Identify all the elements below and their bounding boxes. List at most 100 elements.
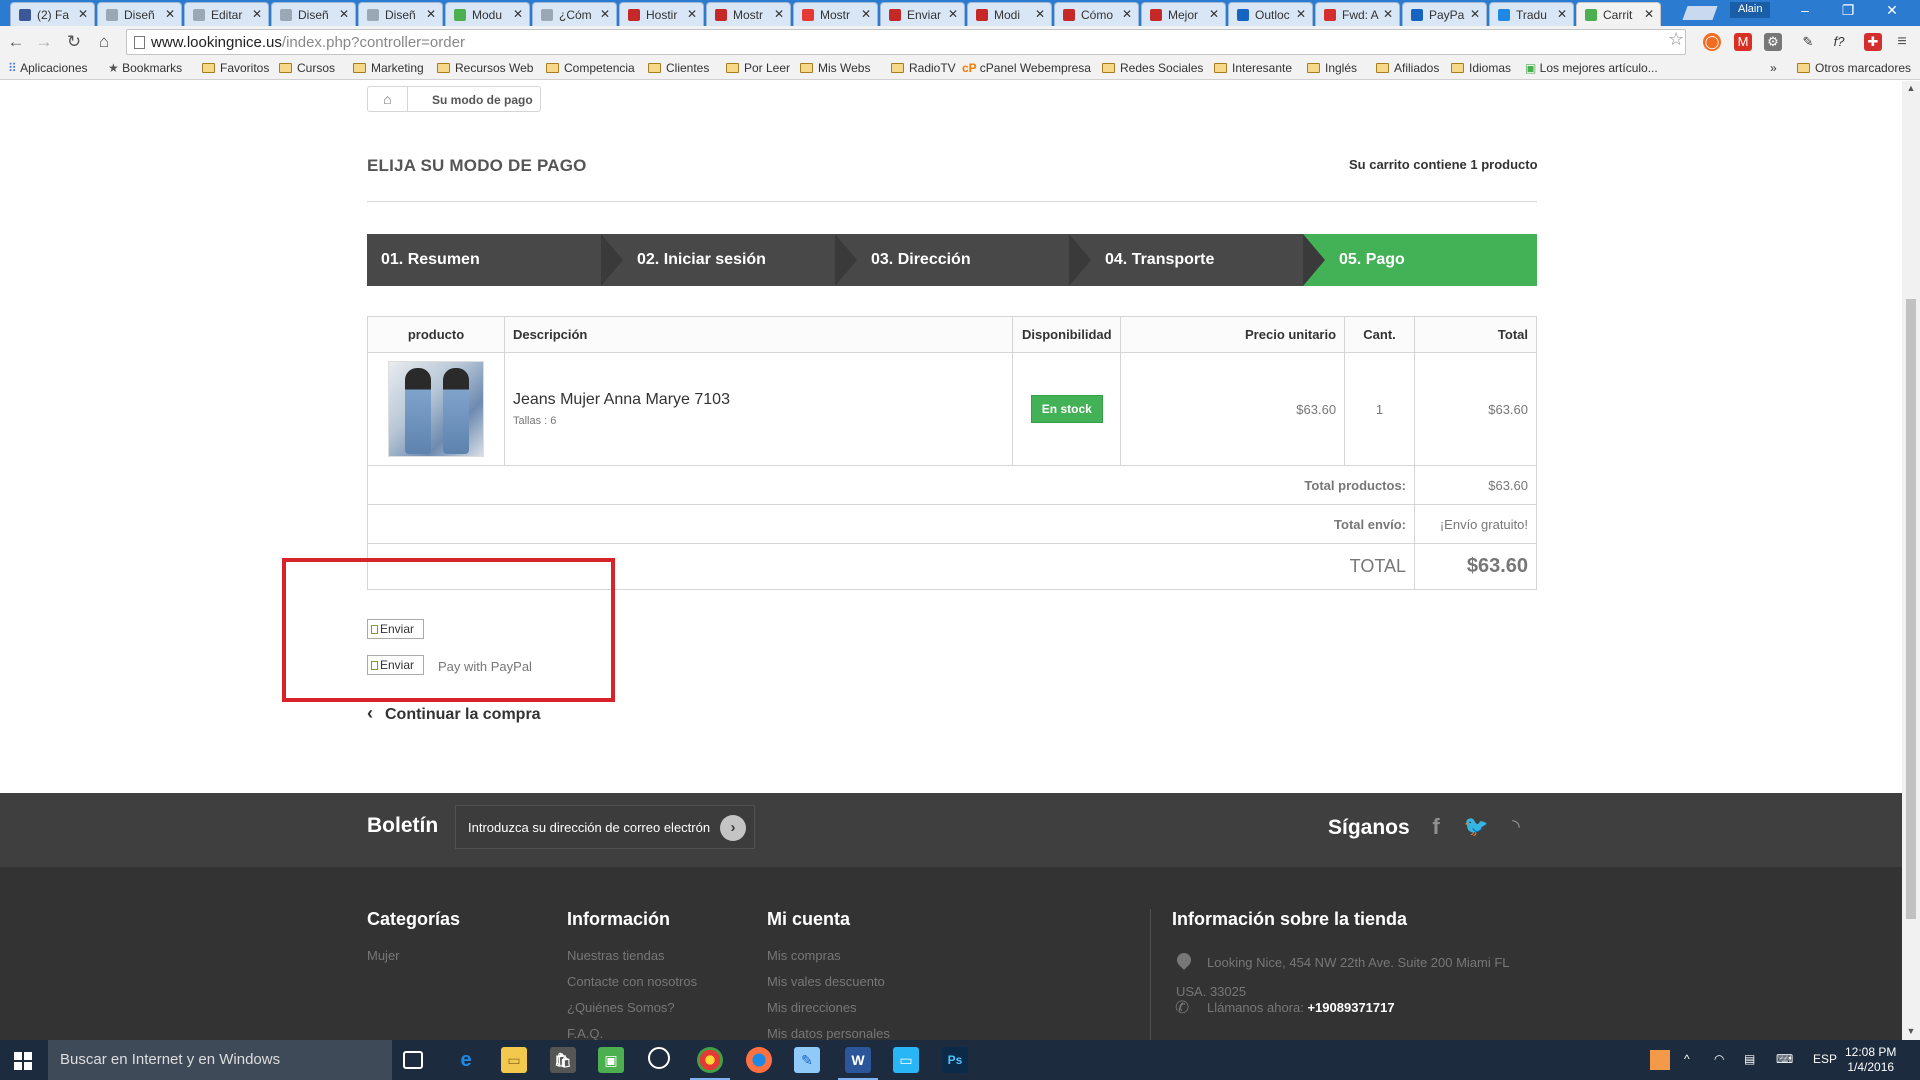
taskbar-search-input[interactable]: Buscar en Internet y en Windows xyxy=(48,1040,392,1080)
language-indicator[interactable]: ESP xyxy=(1813,1052,1837,1066)
chrome-taskbar-icon[interactable] xyxy=(690,1047,730,1080)
edge-icon[interactable]: e xyxy=(453,1047,479,1073)
browser-tab[interactable]: Editar ✕ xyxy=(184,2,269,26)
wifi-icon[interactable]: ◠ xyxy=(1714,1052,1724,1066)
keyboard-icon[interactable]: ⌨ xyxy=(1776,1052,1793,1066)
browser-tab[interactable]: Diseñ ✕ xyxy=(271,2,356,26)
tab-close-icon[interactable]: ✕ xyxy=(1122,7,1132,21)
browser-tab[interactable]: (2) Fa ✕ xyxy=(10,2,95,26)
browser-tab[interactable]: PayPa ✕ xyxy=(1402,2,1487,26)
scrollbar-thumb[interactable] xyxy=(1906,299,1916,919)
app-feather-icon[interactable]: ✎ xyxy=(794,1047,820,1073)
task-view-icon[interactable] xyxy=(403,1051,423,1069)
newsletter-submit-icon[interactable]: › xyxy=(720,815,746,841)
browser-tab[interactable]: ¿Cóm ✕ xyxy=(532,2,617,26)
bookmark-item[interactable]: Redes Sociales xyxy=(1102,61,1203,75)
close-window-icon[interactable]: ✕ xyxy=(1872,2,1912,19)
bookmark-item[interactable]: RadioTV xyxy=(891,61,956,75)
bookmark-item[interactable]: cP cPanel Webempresa xyxy=(962,61,1091,75)
footer-link[interactable]: Contacte con nosotros xyxy=(567,974,697,989)
bookmark-item[interactable]: Afiliados xyxy=(1376,61,1439,75)
tab-close-icon[interactable]: ✕ xyxy=(1557,7,1567,21)
tab-close-icon[interactable]: ✕ xyxy=(1470,7,1480,21)
profile-button[interactable]: Alain xyxy=(1730,2,1771,18)
browser-tab[interactable]: Mostr ✕ xyxy=(793,2,878,26)
continue-shopping-link[interactable]: ‹ Continuar la compra xyxy=(367,703,541,724)
extension-font-icon[interactable]: f? xyxy=(1830,33,1848,51)
back-icon[interactable]: ← xyxy=(4,32,28,52)
bookmark-item[interactable]: Cursos xyxy=(279,61,335,75)
browser-tab[interactable]: Modi ✕ xyxy=(967,2,1052,26)
tab-close-icon[interactable]: ✕ xyxy=(1296,7,1306,21)
browser-tab[interactable]: Hostir ✕ xyxy=(619,2,704,26)
facebook-icon[interactable]: f xyxy=(1423,814,1449,840)
tab-close-icon[interactable]: ✕ xyxy=(1035,7,1045,21)
browser-tab[interactable]: Mostr ✕ xyxy=(706,2,791,26)
bookmark-item[interactable]: Idiomas xyxy=(1451,61,1511,75)
footer-link[interactable]: Nuestras tiendas xyxy=(567,948,665,963)
bookmarks-overflow[interactable]: » xyxy=(1770,61,1777,75)
extension-red-icon[interactable]: ✚ xyxy=(1864,33,1882,51)
tab-close-icon[interactable]: ✕ xyxy=(513,7,523,21)
step-login[interactable]: 02. Iniciar sesión xyxy=(601,234,835,286)
bookmark-item[interactable]: Clientes xyxy=(648,61,709,75)
minimize-icon[interactable]: – xyxy=(1785,2,1825,18)
new-tab-button[interactable] xyxy=(1682,6,1718,20)
step-summary[interactable]: 01. Resumen xyxy=(367,234,601,286)
bookmark-item[interactable]: Por Leer xyxy=(726,61,790,75)
tab-close-icon[interactable]: ✕ xyxy=(1644,7,1654,21)
browser-tab[interactable]: Carrit ✕ xyxy=(1576,2,1661,26)
footer-link[interactable]: Mis compras xyxy=(767,948,841,963)
browser-tab[interactable]: Enviar ✕ xyxy=(880,2,965,26)
store-icon[interactable]: 🛍 xyxy=(550,1047,576,1073)
bookmark-item[interactable]: Marketing xyxy=(353,61,424,75)
tab-close-icon[interactable]: ✕ xyxy=(774,7,784,21)
extension-gmail-icon[interactable]: M xyxy=(1734,33,1752,51)
footer-link[interactable]: Mis datos personales xyxy=(767,1026,890,1040)
page-scrollbar[interactable]: ▲ ▼ xyxy=(1902,81,1920,1040)
bookmark-star-icon[interactable]: ☆ xyxy=(1668,29,1684,50)
tab-close-icon[interactable]: ✕ xyxy=(252,7,262,21)
newsletter-email-input[interactable]: Introduzca su dirección de correo electr… xyxy=(455,805,755,849)
footer-link[interactable]: Mis direcciones xyxy=(767,1000,857,1015)
step-address[interactable]: 03. Dirección xyxy=(835,234,1069,286)
browser-tab[interactable]: Fwd: A ✕ xyxy=(1315,2,1400,26)
bookmark-item[interactable]: Recursos Web xyxy=(437,61,533,75)
footer-link[interactable]: Mujer xyxy=(367,948,400,963)
restore-icon[interactable]: ❐ xyxy=(1828,2,1868,19)
breadcrumb-home-icon[interactable]: ⌂ xyxy=(368,87,408,111)
address-bar[interactable]: www.lookingnice.us/index.php?controller=… xyxy=(126,29,1686,55)
bookmark-item[interactable]: Inglés xyxy=(1307,61,1357,75)
bookmark-item[interactable]: ▣ Los mejores artículo... xyxy=(1525,61,1658,75)
bookmark-item[interactable]: Mis Webs xyxy=(800,61,870,75)
browser-tab[interactable]: Mejor ✕ xyxy=(1141,2,1226,26)
product-image[interactable] xyxy=(387,361,484,457)
bookmark-item[interactable]: Competencia xyxy=(546,61,635,75)
browser-tab[interactable]: Diseñ ✕ xyxy=(97,2,182,26)
tab-close-icon[interactable]: ✕ xyxy=(600,7,610,21)
browser-tab[interactable]: Cómo ✕ xyxy=(1054,2,1139,26)
bookmark-item[interactable]: Favoritos xyxy=(202,61,269,75)
scroll-up-icon[interactable]: ▲ xyxy=(1902,83,1920,93)
file-explorer-icon[interactable]: ▭ xyxy=(501,1047,527,1073)
extension-pen-icon[interactable]: ✎ xyxy=(1799,33,1817,51)
other-bookmarks[interactable]: Otros marcadores xyxy=(1797,61,1911,75)
product-name-link[interactable]: Jeans Mujer Anna Marye 7103 xyxy=(513,391,1004,409)
tab-close-icon[interactable]: ✕ xyxy=(687,7,697,21)
scroll-down-icon[interactable]: ▼ xyxy=(1902,1026,1920,1036)
tab-close-icon[interactable]: ✕ xyxy=(1383,7,1393,21)
app-circle-icon[interactable] xyxy=(648,1047,670,1069)
browser-tab[interactable]: Tradu ✕ xyxy=(1489,2,1574,26)
tab-close-icon[interactable]: ✕ xyxy=(1209,7,1219,21)
word-icon[interactable]: W xyxy=(838,1047,878,1080)
chrome-menu-icon[interactable]: ≡ xyxy=(1893,33,1911,51)
windows-start-icon[interactable] xyxy=(14,1052,32,1070)
footer-link[interactable]: ¿Quiénes Somos? xyxy=(567,1000,675,1015)
tab-close-icon[interactable]: ✕ xyxy=(948,7,958,21)
app-green-icon[interactable]: ▣ xyxy=(598,1047,624,1073)
extension-puzzle-icon[interactable]: ⚙ xyxy=(1764,33,1782,51)
tab-close-icon[interactable]: ✕ xyxy=(426,7,436,21)
tab-close-icon[interactable]: ✕ xyxy=(861,7,871,21)
forward-icon[interactable]: → xyxy=(32,32,56,52)
bookmark-item[interactable]: ⠿ Aplicaciones xyxy=(8,61,88,75)
